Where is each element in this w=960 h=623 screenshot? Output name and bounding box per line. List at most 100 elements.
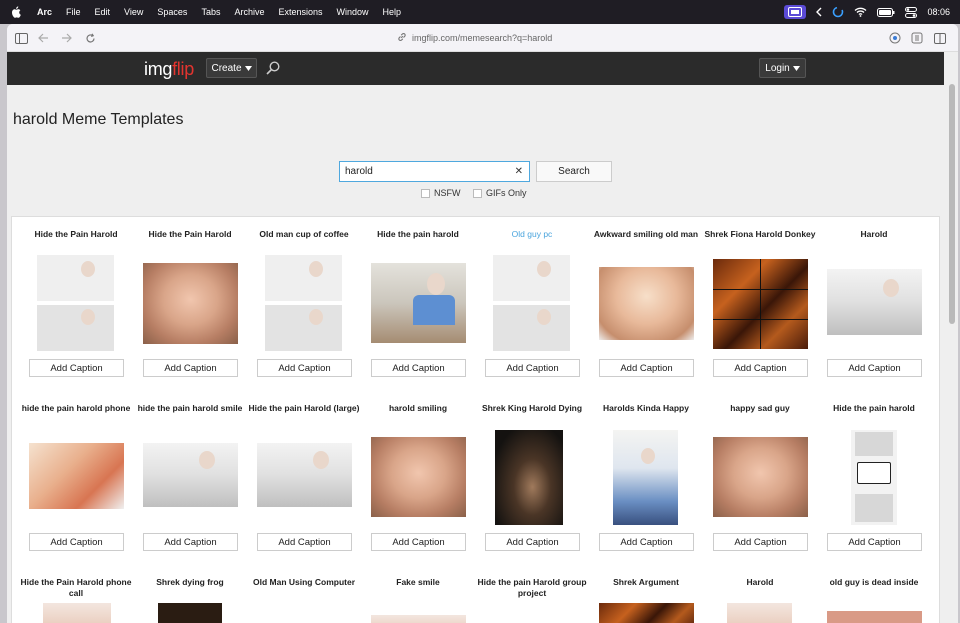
meme-thumbnail[interactable] — [43, 603, 111, 623]
meme-thumbnail[interactable] — [493, 255, 570, 351]
battery-icon[interactable] — [877, 7, 895, 17]
add-caption-button[interactable]: Add Caption — [257, 359, 352, 377]
add-caption-button[interactable]: Add Caption — [713, 359, 808, 377]
meme-thumbnail[interactable] — [713, 437, 808, 517]
meme-title[interactable]: Harolds Kinda Happy — [589, 403, 703, 414]
menu-extensions[interactable]: Extensions — [278, 7, 322, 17]
meme-title[interactable]: Shrek Argument — [589, 577, 703, 588]
meme-title[interactable]: Hide the pain harold — [817, 403, 931, 414]
search-icon[interactable] — [265, 60, 281, 76]
meme-thumbnail[interactable] — [371, 263, 466, 343]
share-icon[interactable] — [909, 30, 925, 46]
meme-thumbnail[interactable] — [599, 267, 694, 340]
meme-title[interactable]: Hide the Pain Harold — [133, 229, 247, 240]
add-caption-button[interactable]: Add Caption — [29, 533, 124, 551]
add-caption-button[interactable]: Add Caption — [371, 533, 466, 551]
meme-title[interactable]: happy sad guy — [703, 403, 817, 414]
meme-title[interactable]: harold smiling — [361, 403, 475, 414]
control-center-icon[interactable] — [905, 6, 918, 18]
gifs-filter[interactable]: GIFs Only — [473, 188, 527, 198]
menu-tabs[interactable]: Tabs — [201, 7, 220, 17]
add-caption-button[interactable]: Add Caption — [485, 359, 580, 377]
meme-thumbnail[interactable] — [371, 437, 466, 517]
meme-thumbnail[interactable] — [257, 443, 352, 507]
meme-thumbnail[interactable] — [265, 255, 342, 351]
reload-icon[interactable] — [82, 30, 98, 46]
add-caption-button[interactable]: Add Caption — [371, 359, 466, 377]
meme-title[interactable]: Hide the pain Harold group project — [475, 577, 589, 599]
add-caption-button[interactable]: Add Caption — [599, 359, 694, 377]
meme-thumbnail[interactable] — [713, 259, 808, 349]
menu-app-name[interactable]: Arc — [37, 7, 52, 17]
search-input[interactable]: harold ✕ — [339, 161, 530, 182]
meme-title[interactable]: hide the pain harold phone — [19, 403, 133, 414]
menu-view[interactable]: View — [124, 7, 143, 17]
add-caption-button[interactable]: Add Caption — [257, 533, 352, 551]
wifi-icon[interactable] — [854, 7, 867, 17]
meme-thumbnail[interactable] — [827, 611, 922, 623]
meme-thumbnail[interactable] — [827, 269, 922, 335]
sync-icon[interactable] — [832, 6, 844, 18]
add-caption-button[interactable]: Add Caption — [827, 359, 922, 377]
menu-spaces[interactable]: Spaces — [157, 7, 187, 17]
meme-thumbnail[interactable] — [29, 443, 124, 509]
meme-thumbnail[interactable] — [371, 615, 466, 623]
meme-title[interactable]: Fake smile — [361, 577, 475, 588]
meme-thumbnail[interactable] — [495, 430, 563, 525]
screen-share-icon[interactable] — [784, 5, 807, 19]
create-button[interactable]: Create — [206, 58, 257, 78]
meme-title[interactable]: hide the pain harold smile — [133, 403, 247, 414]
clear-icon[interactable]: ✕ — [515, 166, 523, 177]
meme-title[interactable]: Awkward smiling old man — [589, 229, 703, 240]
sidebar-toggle-icon[interactable] — [13, 30, 29, 46]
page-scrollbar[interactable] — [944, 52, 958, 623]
meme-title[interactable]: Hide the pain Harold (large) — [247, 403, 361, 414]
add-caption-button[interactable]: Add Caption — [713, 533, 808, 551]
split-view-icon[interactable] — [932, 30, 948, 46]
meme-thumbnail[interactable] — [158, 603, 222, 623]
add-caption-button[interactable]: Add Caption — [485, 533, 580, 551]
meme-thumbnail[interactable] — [143, 443, 238, 507]
scrollbar-thumb[interactable] — [949, 84, 955, 324]
meme-thumbnail[interactable] — [727, 603, 792, 623]
menu-window[interactable]: Window — [337, 7, 369, 17]
add-caption-button[interactable]: Add Caption — [143, 359, 238, 377]
meme-thumbnail[interactable] — [37, 255, 114, 351]
chevron-left-icon[interactable] — [816, 7, 822, 17]
meme-title[interactable]: Shrek dying frog — [133, 577, 247, 588]
meme-thumbnail[interactable] — [143, 263, 238, 344]
back-arrow-icon[interactable] — [35, 30, 51, 46]
meme-title[interactable]: Hide the pain harold — [361, 229, 475, 240]
meme-title[interactable]: Shrek Fiona Harold Donkey — [703, 229, 817, 240]
gifs-checkbox[interactable] — [473, 188, 482, 198]
meme-title[interactable]: Harold — [703, 577, 817, 588]
nsfw-checkbox[interactable] — [421, 188, 430, 198]
meme-title[interactable]: Old Man Using Computer — [247, 577, 361, 588]
menu-archive[interactable]: Archive — [234, 7, 264, 17]
apple-icon[interactable] — [10, 6, 22, 18]
meme-title[interactable]: old guy is dead inside — [817, 577, 931, 588]
menu-edit[interactable]: Edit — [95, 7, 111, 17]
clock[interactable]: 08:06 — [927, 7, 950, 17]
address-bar[interactable]: imgflip.com/memesearch?q=harold — [397, 31, 552, 45]
meme-thumbnail[interactable] — [613, 430, 678, 525]
meme-title[interactable]: Shrek King Harold Dying — [475, 403, 589, 414]
menu-file[interactable]: File — [66, 7, 81, 17]
meme-thumbnail[interactable] — [599, 603, 694, 623]
add-caption-button[interactable]: Add Caption — [827, 533, 922, 551]
imgflip-logo[interactable]: imgflip — [144, 59, 194, 80]
url-text[interactable]: imgflip.com/memesearch?q=harold — [412, 33, 552, 43]
login-button[interactable]: Login — [759, 58, 806, 78]
meme-thumbnail[interactable] — [851, 430, 897, 525]
add-caption-button[interactable]: Add Caption — [599, 533, 694, 551]
meme-title[interactable]: Hide the Pain Harold — [19, 229, 133, 240]
menu-help[interactable]: Help — [383, 7, 402, 17]
extension-icon[interactable] — [887, 30, 903, 46]
meme-title[interactable]: Old guy pc — [475, 229, 589, 240]
add-caption-button[interactable]: Add Caption — [29, 359, 124, 377]
meme-title[interactable]: Harold — [817, 229, 931, 240]
meme-title[interactable]: Old man cup of coffee — [247, 229, 361, 240]
nsfw-filter[interactable]: NSFW — [421, 188, 461, 198]
forward-arrow-icon[interactable] — [58, 30, 74, 46]
add-caption-button[interactable]: Add Caption — [143, 533, 238, 551]
